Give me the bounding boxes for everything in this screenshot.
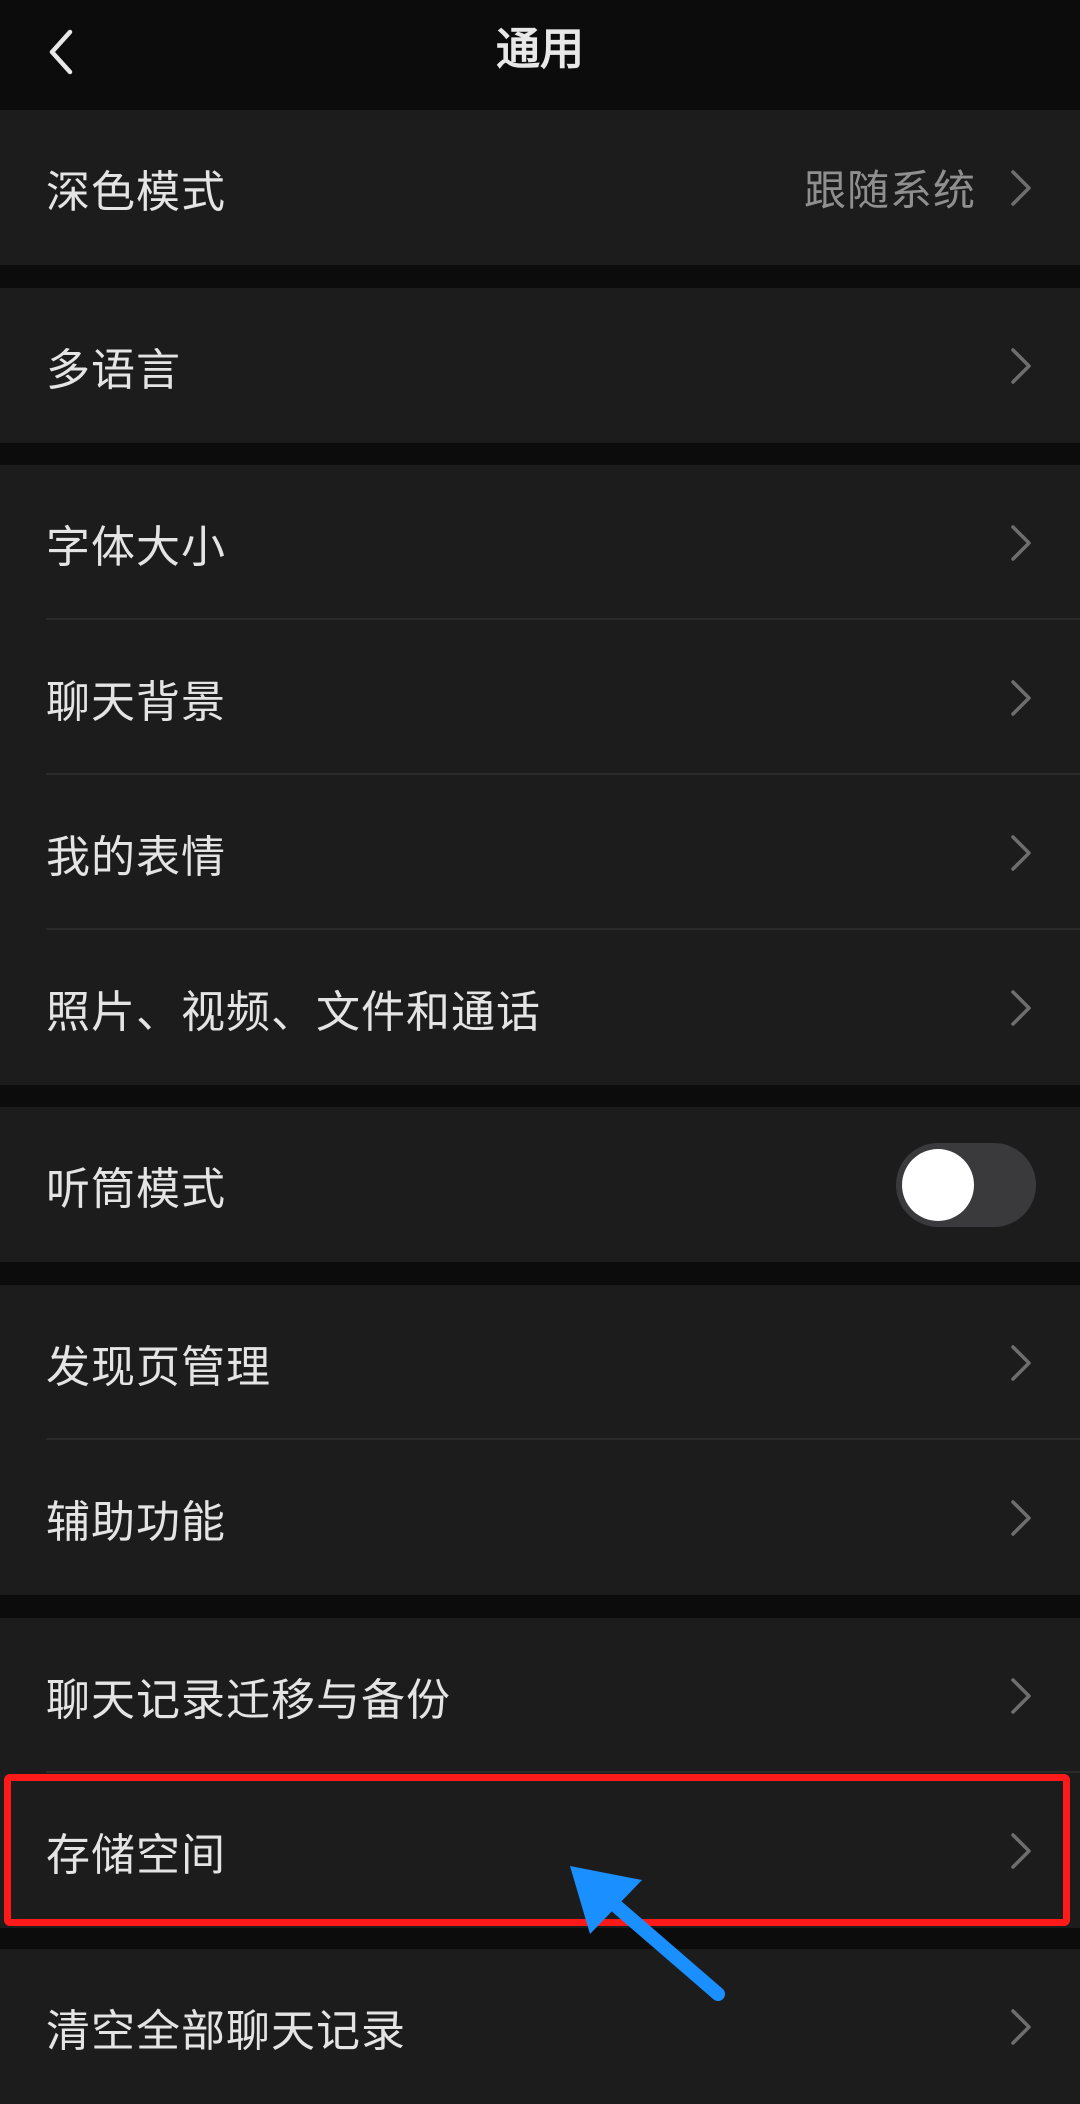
settings-group-features: 发现页管理 辅助功能 (0, 1285, 1080, 1595)
settings-item-chat-migration-backup[interactable]: 聊天记录迁移与备份 (0, 1618, 1080, 1773)
chat-migration-backup-label: 聊天记录迁移与备份 (46, 1674, 451, 1726)
settings-item-font-size[interactable]: 字体大小 (0, 465, 1080, 620)
settings-item-discover-management[interactable]: 发现页管理 (0, 1285, 1080, 1440)
chevron-right-icon (1011, 989, 1031, 1026)
storage-space-label: 存储空间 (46, 1829, 226, 1881)
chevron-right-icon (1011, 679, 1031, 716)
settings-item-clear-all-chats[interactable]: 清空全部聊天记录 (0, 1949, 1080, 2104)
navigation-bar: 通用 (0, 0, 1080, 110)
font-size-label: 字体大小 (46, 521, 226, 573)
chevron-right-icon (1011, 834, 1031, 871)
chevron-right-icon (1011, 1499, 1031, 1536)
media-files-calls-label: 照片、视频、文件和通话 (46, 986, 541, 1038)
chevron-right-icon (1011, 524, 1031, 561)
page-title: 通用 (496, 24, 584, 75)
settings-item-chat-background[interactable]: 聊天背景 (0, 620, 1080, 775)
earpiece-mode-toggle[interactable] (896, 1142, 1036, 1227)
settings-item-my-stickers[interactable]: 我的表情 (0, 775, 1080, 930)
chat-background-label: 聊天背景 (46, 676, 226, 728)
chevron-right-icon (1011, 1344, 1031, 1381)
clear-all-chats-label: 清空全部聊天记录 (46, 2005, 406, 2057)
earpiece-mode-label: 听筒模式 (46, 1163, 226, 1215)
chevron-right-icon (1011, 169, 1031, 206)
discover-management-label: 发现页管理 (46, 1341, 271, 1393)
language-label: 多语言 (46, 344, 181, 396)
accessibility-label: 辅助功能 (46, 1496, 226, 1548)
settings-item-dark-mode[interactable]: 深色模式 跟随系统 (0, 110, 1080, 265)
settings-group-clear: 清空全部聊天记录 (0, 1949, 1080, 2104)
settings-group-appearance: 深色模式 跟随系统 (0, 110, 1080, 265)
settings-item-language[interactable]: 多语言 (0, 288, 1080, 443)
settings-group-storage: 聊天记录迁移与备份 存储空间 (0, 1618, 1080, 1928)
my-stickers-label: 我的表情 (46, 831, 226, 883)
toggle-knob (902, 1148, 974, 1221)
settings-item-earpiece-mode: 听筒模式 (0, 1107, 1080, 1262)
settings-group-display: 字体大小 聊天背景 我的表情 照片、视频、文件和通话 (0, 465, 1080, 1085)
chevron-right-icon (1011, 1832, 1031, 1869)
settings-item-media-files-calls[interactable]: 照片、视频、文件和通话 (0, 930, 1080, 1085)
settings-group-language: 多语言 (0, 288, 1080, 443)
chevron-right-icon (1011, 1677, 1031, 1714)
chevron-right-icon (1011, 347, 1031, 384)
chevron-right-icon (1011, 2008, 1031, 2045)
settings-group-earpiece: 听筒模式 (0, 1107, 1080, 1262)
dark-mode-value: 跟随系统 (803, 166, 976, 215)
dark-mode-label: 深色模式 (46, 166, 226, 218)
settings-item-accessibility[interactable]: 辅助功能 (0, 1440, 1080, 1595)
settings-item-storage-space[interactable]: 存储空间 (0, 1773, 1080, 1928)
